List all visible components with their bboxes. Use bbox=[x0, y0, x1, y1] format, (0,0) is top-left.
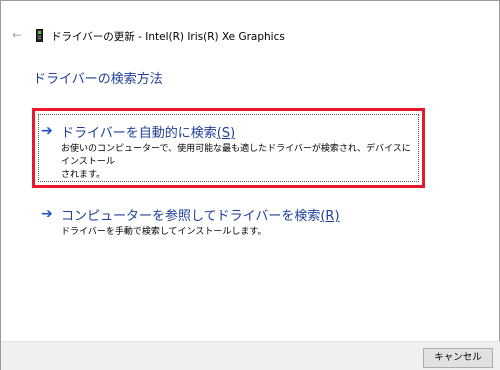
option-description-line2: されます。 bbox=[61, 170, 106, 180]
browse-computer-option[interactable]: ➔ コンピューターを参照してドライバーを検索(R) ドライバーを手動で検索してイ… bbox=[41, 205, 416, 239]
page-heading: ドライバーの検索方法 bbox=[33, 72, 163, 87]
driver-update-dialog: ← ドライバーの更新 - Intel(R) Iris(R) Xe Graphic… bbox=[0, 0, 500, 370]
right-arrow-icon: ➔ bbox=[41, 123, 53, 139]
back-arrow-icon[interactable]: ← bbox=[9, 27, 25, 43]
window-title: ドライバーの更新 - Intel(R) Iris(R) Xe Graphics bbox=[51, 31, 285, 43]
cancel-button[interactable]: キャンセル bbox=[423, 348, 493, 368]
option-accelerator: (S) bbox=[216, 126, 236, 141]
option-accelerator: (R) bbox=[320, 209, 340, 224]
option-title: コンピューターを参照してドライバーを検索(R) bbox=[61, 205, 340, 224]
search-automatically-option[interactable]: ➔ ドライバーを自動的に検索(S) お使いのコンピューターで、使用可能な最も適し… bbox=[41, 122, 416, 180]
option-description: お使いのコンピューターで、使用可能な最も適したドライバーが検索され、デバイスにイ… bbox=[61, 143, 416, 182]
title-bar: ← ドライバーの更新 - Intel(R) Iris(R) Xe Graphic… bbox=[1, 19, 499, 55]
option-description-line1: ドライバーを手動で検索してインストールします。 bbox=[61, 227, 267, 237]
option-title-text: コンピューターを参照してドライバーを検索 bbox=[61, 209, 321, 224]
option-description-line1: お使いのコンピューターで、使用可能な最も適したドライバーが検索され、デバイスにイ… bbox=[61, 144, 411, 167]
option-description: ドライバーを手動で検索してインストールします。 bbox=[61, 226, 266, 239]
display-adapter-icon bbox=[36, 29, 43, 42]
dialog-footer: キャンセル bbox=[1, 341, 500, 370]
option-title-text: ドライバーを自動的に検索 bbox=[61, 126, 217, 141]
option-title: ドライバーを自動的に検索(S) bbox=[61, 122, 235, 141]
right-arrow-icon: ➔ bbox=[41, 206, 53, 222]
